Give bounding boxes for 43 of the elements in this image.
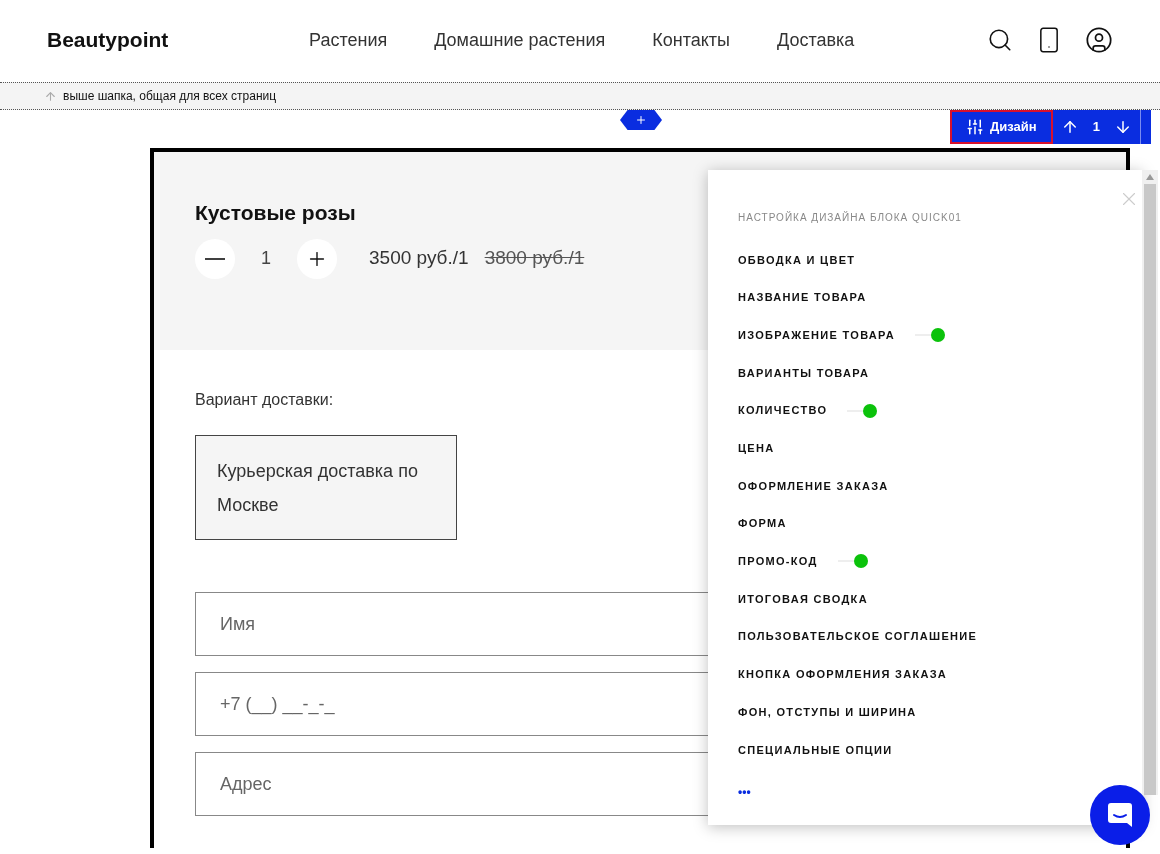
panel-menu-item[interactable]: ИЗОБРАЖЕНИЕ ТОВАРА — [738, 326, 895, 344]
design-button[interactable]: Дизайн — [950, 110, 1053, 144]
nav-link[interactable]: Растения — [309, 26, 388, 54]
scrollbar-thumb[interactable] — [1144, 184, 1156, 795]
nav-link[interactable]: Домашние растения — [434, 26, 606, 54]
more-button[interactable]: ••• — [738, 782, 751, 801]
minus-icon — [205, 257, 225, 260]
chat-icon — [1105, 800, 1135, 830]
panel-menu-item[interactable]: ПРОМО-КОД — [738, 553, 818, 570]
toggle-switch[interactable] — [847, 403, 878, 418]
add-block-button[interactable] — [620, 110, 662, 130]
chat-button[interactable] — [1090, 785, 1150, 845]
arrow-up-icon — [44, 89, 57, 103]
block-order-number: 1 — [1091, 118, 1101, 137]
delivery-option[interactable]: Курьерская доставка по Москве — [195, 435, 457, 540]
sliders-icon — [966, 118, 984, 136]
panel-menu-item[interactable]: ФОН, ОТСТУПЫ И ШИРИНА — [738, 703, 917, 721]
nav-link[interactable]: Контакты — [652, 26, 731, 54]
delivery-label: Вариант доставки: — [195, 390, 334, 410]
panel-menu-item[interactable]: ПОЛЬЗОВАТЕЛЬСКОЕ СОГЛАШЕНИЕ — [738, 628, 978, 645]
panel-menu-item[interactable]: ВАРИАНТЫ ТОВАРА — [738, 364, 870, 382]
nav-link[interactable]: Доставка — [777, 26, 855, 54]
plus-icon — [635, 114, 647, 126]
panel-menu-item[interactable]: ИТОГОВАЯ СВОДКА — [738, 590, 868, 608]
increase-button[interactable] — [297, 238, 337, 279]
panel-menu-item[interactable]: КОЛИЧЕСТВО — [738, 402, 828, 419]
panel-title: НАСТРОЙКА ДИЗАЙНА БЛОКА QUICK01 — [738, 210, 963, 225]
panel-menu-item[interactable]: НАЗВАНИЕ ТОВАРА — [738, 289, 867, 306]
panel-menu-item[interactable]: ОФОРМЛЕНИЕ ЗАКАЗА — [738, 477, 889, 495]
quantity-value: 1 — [260, 247, 272, 270]
toggle-switch[interactable] — [837, 554, 868, 569]
search-icon[interactable] — [987, 27, 1013, 53]
panel-menu-item[interactable]: ОБВОДКА И ЦВЕТ — [738, 251, 856, 269]
product-title: Кустовые розы — [195, 200, 356, 226]
user-icon[interactable] — [1085, 26, 1113, 54]
panel-menu-item[interactable]: ЦЕНА — [738, 440, 775, 457]
toggle-switch[interactable] — [915, 328, 945, 343]
panel-menu-item[interactable]: ФОРМА — [738, 515, 787, 532]
old-price: 3800 руб./1 — [484, 246, 585, 271]
price: 3500 руб./1 — [369, 246, 469, 271]
logo[interactable]: Beautypoint — [47, 24, 309, 56]
header-note: выше шапка, общая для всех страниц — [63, 88, 277, 105]
decrease-button[interactable] — [195, 238, 235, 279]
